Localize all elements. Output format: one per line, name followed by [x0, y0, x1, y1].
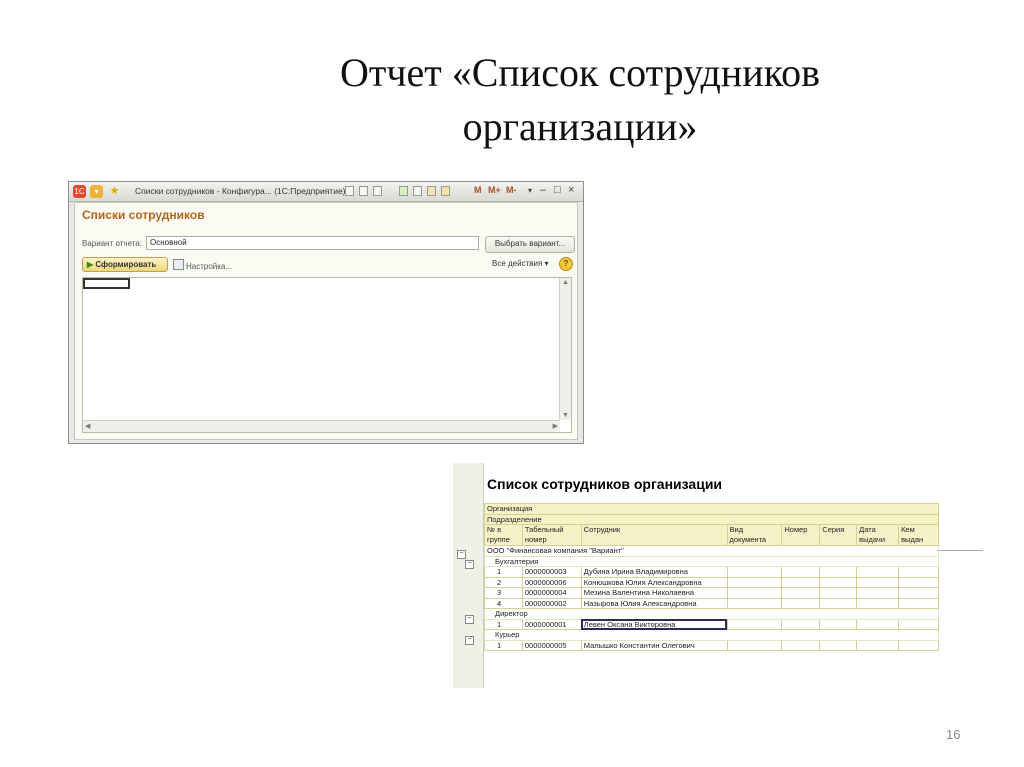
dropdown-icon[interactable]: ▾ [528, 186, 532, 195]
slide-title: Отчет «Список сотрудников организации» [250, 46, 910, 154]
favorites-star-icon[interactable]: ★ [108, 185, 121, 198]
report-title: Список сотрудников организации [487, 476, 723, 492]
page-number: 16 [946, 727, 961, 742]
calculator-icon[interactable] [427, 186, 436, 196]
column-header: № в группе [484, 524, 523, 546]
help-icon[interactable]: ? [559, 257, 573, 271]
cell-employee: Мезина Валентина Николаевна [580, 587, 728, 599]
generate-button-label: Сформировать [95, 260, 157, 269]
report-form: Списки сотрудников Вариант отчета: Основ… [74, 202, 578, 440]
chevron-down-icon: ▾ [544, 259, 549, 268]
cell-tab-number: 0000000004 [521, 587, 582, 599]
collapse-group-3-icon[interactable]: − [465, 636, 474, 645]
cell-number: 1 [484, 566, 523, 578]
main-menu-icon[interactable]: ▾ [90, 185, 103, 198]
cell-tab-number: 0000000006 [521, 576, 582, 588]
list-icon[interactable] [413, 186, 422, 196]
organization-row: ООО "Финансовая компания "Вариант" [484, 545, 939, 557]
column-header: Дата выдачи [856, 524, 900, 546]
scroll-down-icon[interactable]: ▼ [562, 412, 569, 419]
cell-tab-number: 0000000003 [521, 566, 582, 578]
scroll-up-icon[interactable]: ▲ [562, 279, 569, 286]
cell-employee: Малышко Константин Олегович [580, 639, 728, 651]
cell-employee-selected[interactable]: Левен Оксана Викторовна [580, 618, 728, 630]
scroll-left-icon[interactable]: ◀ [85, 422, 90, 430]
table-row[interactable]: 3 0000000004 Мезина Валентина Николаевна [484, 587, 939, 599]
group-row: Бухгалтерия [484, 555, 939, 567]
slide-title-line-2: организации» [462, 104, 698, 149]
cell-number: 1 [484, 639, 523, 651]
maximize-button[interactable]: □ [554, 184, 561, 196]
settings-label: Настройка... [186, 262, 233, 271]
calendar-icon[interactable] [441, 186, 450, 196]
column-header: Табельный номер [521, 524, 582, 546]
vertical-scrollbar[interactable]: ▲ ▼ [559, 278, 571, 420]
column-header: Вид документа [726, 524, 783, 546]
collapse-organization-icon[interactable]: − [457, 550, 466, 559]
table-row[interactable]: 2 0000000006 Конюшкова Юлия Александровн… [484, 576, 939, 588]
selected-cell[interactable] [83, 278, 130, 289]
cell-employee: Дубина Ирина Владимировна [580, 566, 728, 578]
bookmark-icon[interactable] [399, 186, 408, 196]
table-row[interactable]: 4 0000000002 Назырова Юлия Александровна [484, 597, 939, 609]
cell-tab-number: 0000000005 [521, 639, 582, 651]
choose-variant-button[interactable]: Выбрать вариант... [485, 236, 575, 253]
report-result-area[interactable]: ▲ ▼ ◀ ▶ [82, 277, 572, 433]
collapse-group-2-icon[interactable]: − [465, 615, 474, 624]
table-row[interactable]: 1 0000000003 Дубина Ирина Владимировна [484, 566, 939, 578]
title-bar: 1С ▾ ★ Списки сотрудников - Конфигура...… [69, 182, 583, 202]
all-actions-label: Все действия [492, 259, 543, 268]
memory-plus-button[interactable]: M+ [488, 185, 501, 195]
divider-line [937, 550, 983, 551]
cell-tab-number: 0000000001 [521, 618, 582, 630]
form-heading: Списки сотрудников [82, 208, 205, 222]
document-icon[interactable] [373, 186, 382, 196]
column-header-row: № в группе Табельный номер Сотрудник Вид до… [484, 524, 939, 546]
cell-employee: Назырова Юлия Александровна [580, 597, 728, 609]
settings-icon [173, 259, 184, 270]
column-header: Номер [781, 524, 821, 546]
generate-button[interactable]: ▶ Сформировать [82, 257, 168, 272]
generated-report: − − − − Список сотрудников организации О… [453, 463, 983, 688]
cell-tab-number: 0000000002 [521, 597, 582, 609]
minimize-button[interactable]: – [540, 184, 546, 196]
all-actions-menu[interactable]: Все действия ▾ [492, 259, 549, 268]
group-row: Курьер [484, 629, 939, 641]
app-logo-icon[interactable]: 1С [73, 185, 86, 198]
param-organization: Организация [484, 503, 939, 515]
slide-title-line-1: Отчет «Список сотрудников [340, 50, 820, 95]
settings-link[interactable]: Настройка... [173, 259, 232, 271]
app-window: 1С ▾ ★ Списки сотрудников - Конфигура...… [68, 181, 584, 444]
cell-employee: Конюшкова Юлия Александровна [580, 576, 728, 588]
column-header: Сотрудник [580, 524, 728, 546]
scroll-right-icon[interactable]: ▶ [553, 422, 558, 430]
table-row[interactable]: 1 0000000005 Малышко Константин Олегович [484, 639, 939, 651]
print-icon[interactable] [345, 186, 354, 196]
horizontal-scrollbar[interactable]: ◀ ▶ [83, 420, 560, 432]
variant-label: Вариант отчета: [82, 239, 142, 248]
report-grouping-gutter [453, 463, 484, 688]
variant-input[interactable]: Основной [146, 236, 479, 250]
column-header: Серия [819, 524, 858, 546]
report-table: Организация Подразделение № в группе Табе… [484, 503, 939, 651]
cell-number: 1 [484, 618, 523, 630]
group-row: Директор [484, 608, 939, 620]
window-title: Списки сотрудников - Конфигура... (1С:Пр… [135, 186, 346, 196]
memory-m-button[interactable]: M [474, 185, 482, 195]
table-row[interactable]: 1 0000000001 Левен Оксана Викторовна [484, 618, 939, 630]
memory-minus-button[interactable]: M- [506, 185, 517, 195]
save-icon[interactable] [359, 186, 368, 196]
close-button[interactable]: × [568, 184, 574, 196]
collapse-group-1-icon[interactable]: − [465, 560, 474, 569]
param-department: Подразделение [484, 513, 939, 525]
cell-number: 4 [484, 597, 523, 609]
cell-number: 2 [484, 576, 523, 588]
cell-number: 3 [484, 587, 523, 599]
column-header: Кем выдан [898, 524, 939, 546]
